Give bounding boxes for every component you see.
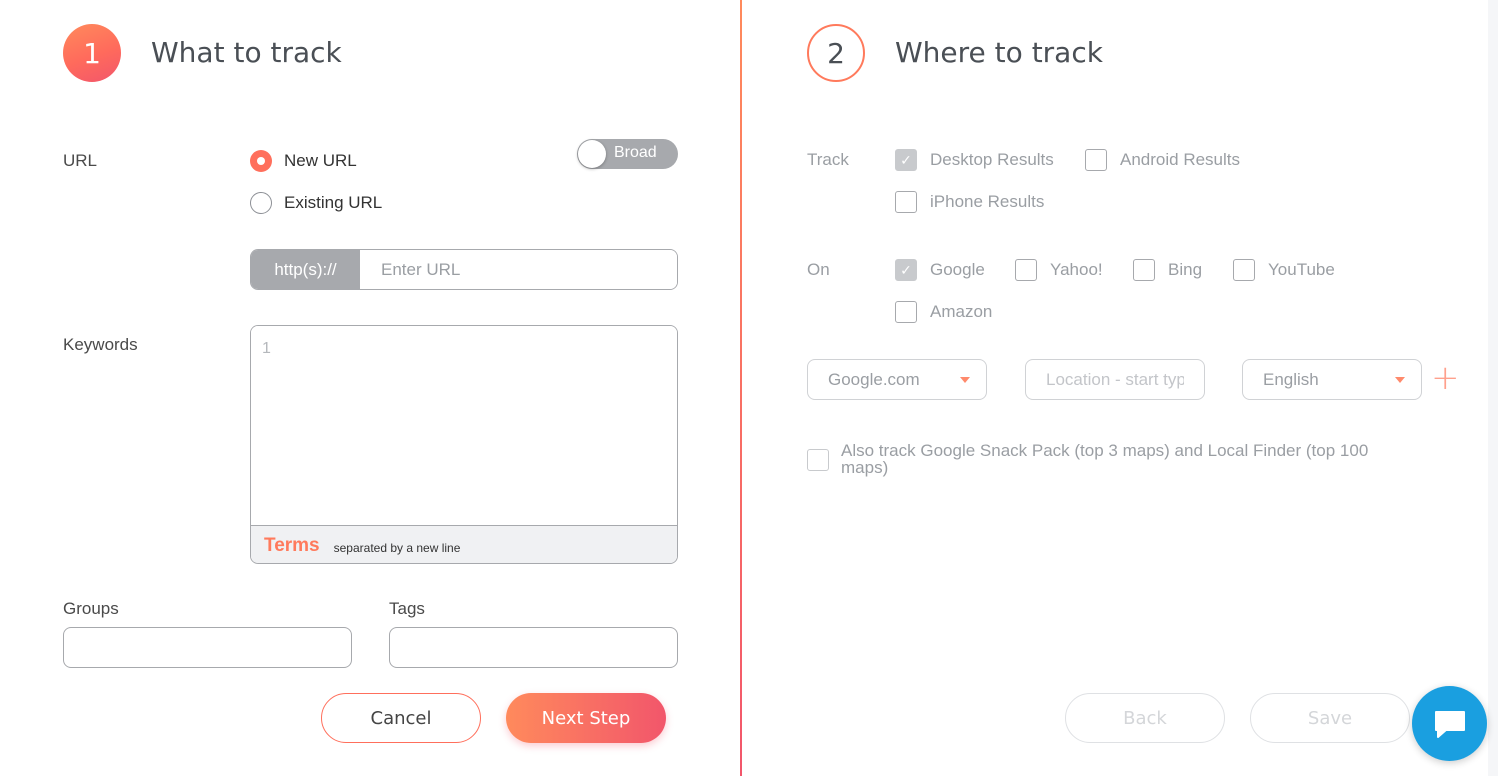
checkbox-google[interactable]: ✓ Google: [895, 259, 985, 281]
checkbox-empty-icon: [895, 191, 917, 213]
checkbox-label: iPhone Results: [930, 192, 1045, 211]
on-label: On: [807, 260, 830, 279]
checkbox-label: Bing: [1168, 260, 1203, 279]
save-button[interactable]: Save: [1250, 693, 1410, 743]
next-step-button[interactable]: Next Step: [506, 693, 666, 743]
checkbox-empty-icon: [1233, 259, 1255, 281]
checkbox-empty-icon: [807, 449, 829, 471]
checkbox-empty-icon: [895, 301, 917, 323]
checkbox-yahoo[interactable]: Yahoo!: [1015, 259, 1103, 281]
broad-toggle[interactable]: Broad: [577, 139, 678, 169]
checkbox-label: Amazon: [930, 302, 993, 321]
keywords-box: Terms separated by a new line: [250, 325, 678, 564]
radio-new-url-label: New URL: [284, 151, 357, 170]
step-divider: [740, 0, 742, 776]
terms-label: Terms: [264, 534, 320, 556]
keywords-textarea[interactable]: [251, 326, 677, 525]
toggle-knob: [578, 140, 606, 168]
tags-input[interactable]: [389, 627, 678, 668]
checkbox-android-results[interactable]: Android Results: [1085, 149, 1240, 171]
url-label: URL: [63, 151, 98, 170]
snack-pack-label: Also track Google Snack Pack (top 3 maps…: [841, 441, 1369, 477]
keywords-label: Keywords: [63, 335, 138, 354]
back-button[interactable]: Back: [1065, 693, 1225, 743]
radio-new-url[interactable]: New URL: [250, 150, 357, 172]
search-domain-select[interactable]: Google.com: [807, 359, 987, 400]
track-label: Track: [807, 150, 849, 169]
radio-existing-url-label: Existing URL: [284, 193, 383, 212]
checkbox-desktop-results[interactable]: ✓ Desktop Results: [895, 149, 1054, 171]
checkbox-empty-icon: [1085, 149, 1107, 171]
terms-hint: separated by a new line: [333, 540, 461, 555]
url-input[interactable]: [360, 250, 677, 289]
step-1-title: What to track: [151, 36, 342, 69]
select-value: English: [1263, 369, 1319, 389]
select-value: Google.com: [828, 369, 920, 389]
step-2-title: Where to track: [895, 36, 1103, 69]
checkbox-label: Desktop Results: [930, 150, 1054, 169]
url-field-group: http(s)://: [250, 249, 678, 290]
tags-label: Tags: [389, 599, 425, 618]
checkbox-label: YouTube: [1268, 260, 1335, 279]
checkbox-amazon[interactable]: Amazon: [895, 301, 992, 323]
toggle-label: Broad: [614, 144, 657, 161]
chat-widget-button[interactable]: [1412, 686, 1487, 761]
location-input[interactable]: [1025, 359, 1205, 400]
step-2-number: 2: [807, 24, 865, 82]
caret-down-icon: [1395, 377, 1405, 383]
language-select[interactable]: English: [1242, 359, 1422, 400]
checkbox-iphone-results[interactable]: iPhone Results: [895, 191, 1044, 213]
caret-down-icon: [960, 377, 970, 383]
cancel-button[interactable]: Cancel: [321, 693, 481, 743]
scrollbar-track[interactable]: [1488, 0, 1498, 776]
checkmark-icon: ✓: [895, 259, 917, 281]
checkbox-label: Google: [930, 260, 985, 279]
checkbox-youtube[interactable]: YouTube: [1233, 259, 1335, 281]
radio-unchecked-icon: [250, 192, 272, 214]
checkbox-label: Android Results: [1120, 150, 1241, 169]
step-1-number: 1: [63, 24, 121, 82]
checkbox-label: Yahoo!: [1050, 260, 1103, 279]
checkbox-bing[interactable]: Bing: [1133, 259, 1202, 281]
chat-bubble-icon: [1434, 710, 1465, 738]
checkbox-snack-pack[interactable]: Also track Google Snack Pack (top 3 maps…: [807, 442, 1401, 476]
groups-input[interactable]: [63, 627, 352, 668]
url-prefix: http(s)://: [251, 250, 360, 289]
groups-label: Groups: [63, 599, 119, 618]
checkbox-empty-icon: [1133, 259, 1155, 281]
keywords-footer: Terms separated by a new line: [251, 525, 677, 563]
radio-checked-icon: [250, 150, 272, 172]
checkmark-icon: ✓: [895, 149, 917, 171]
add-keywords-wizard: 1 What to track URL New URL Existing URL…: [0, 0, 1498, 776]
radio-existing-url[interactable]: Existing URL: [250, 192, 382, 214]
add-location-plus-icon[interactable]: +: [1431, 361, 1460, 395]
checkbox-empty-icon: [1015, 259, 1037, 281]
